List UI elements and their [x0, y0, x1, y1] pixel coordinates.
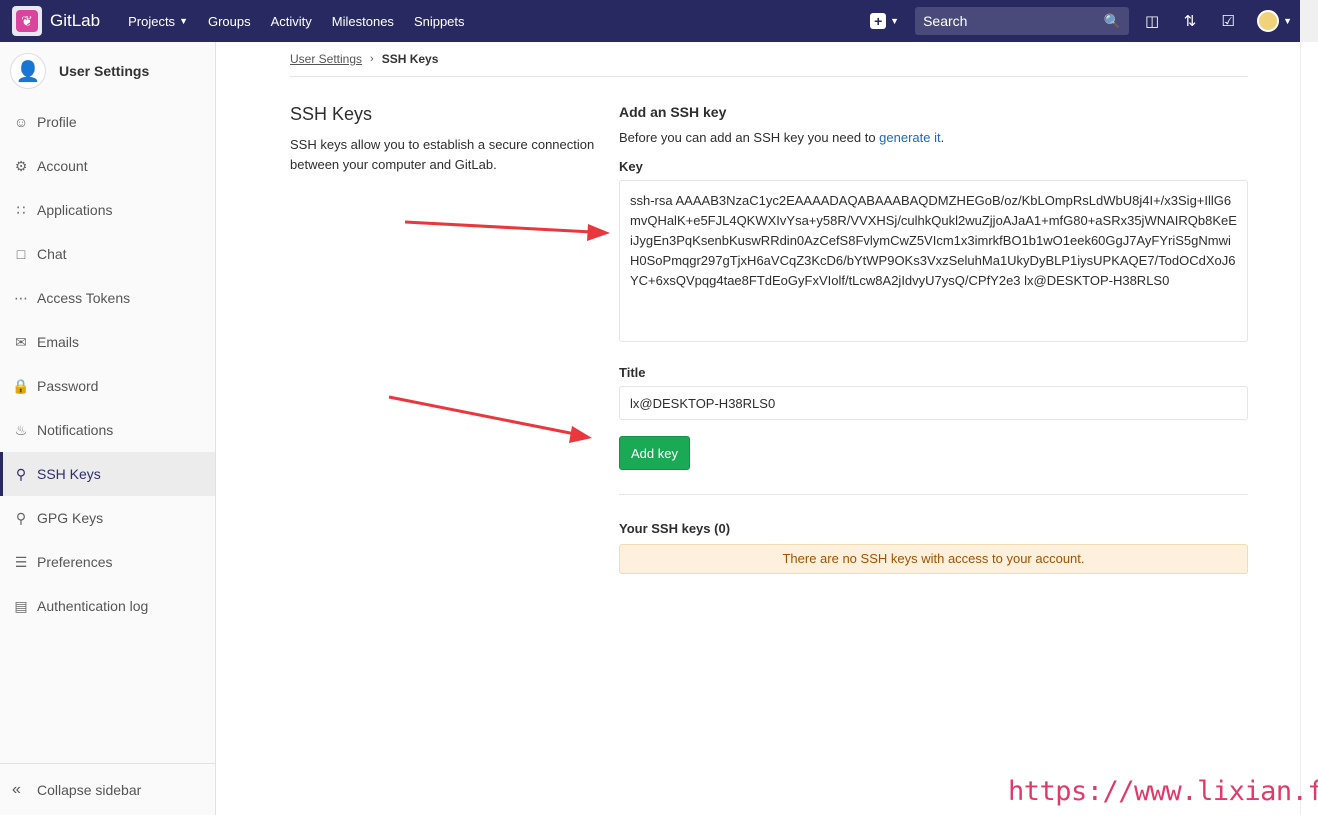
sidebar-item-profile[interactable]: ☺ Profile	[0, 100, 215, 144]
watermark-url: https://www.lixian.fun	[1008, 776, 1318, 807]
nav-projects[interactable]: Projects ▼	[128, 14, 188, 29]
breadcrumb-divider	[290, 76, 1248, 77]
chat-icon: □	[16, 246, 26, 262]
applications-icon: ∷	[16, 201, 26, 218]
double-chevron-left-icon: «	[12, 780, 21, 798]
account-icon: ⚙	[14, 157, 28, 174]
top-navbar: ❦ GitLab Projects ▼ Groups Activity Miles…	[0, 0, 1318, 42]
sidebar-item-preferences[interactable]: ☰ Preferences	[0, 540, 215, 584]
title-input[interactable]	[619, 386, 1248, 420]
sidebar-item-applications[interactable]: ∷ Applications	[0, 188, 215, 232]
breadcrumb-user-settings[interactable]: User Settings	[290, 52, 362, 66]
settings-sidebar: 👤 User Settings ☺ Profile ⚙ Account ∷ Appli…	[0, 42, 216, 815]
plus-icon: +	[870, 13, 887, 29]
nav-milestones[interactable]: Milestones	[332, 14, 394, 29]
search-box: 🔍	[915, 7, 1130, 35]
ssh-key-form: Add an SSH key Before you can add an SSH…	[619, 104, 1248, 574]
logo-icon: ❦	[12, 6, 42, 36]
nav-groups[interactable]: Groups	[208, 14, 251, 29]
breadcrumb: User Settings › SSH Keys	[290, 52, 438, 66]
form-title: Add an SSH key	[619, 104, 727, 120]
form-intro: Before you can add an SSH key you need t…	[619, 130, 945, 145]
empty-keys-notice: There are no SSH keys with access to you…	[619, 544, 1248, 574]
sliders-icon: ☰	[14, 553, 28, 570]
access-tokens-icon: ⋯	[14, 289, 28, 306]
key-label: Key	[619, 159, 643, 174]
todo-check-icon[interactable]: ☑	[1219, 12, 1237, 30]
key-textarea[interactable]: ssh-rsa AAAAB3NzaC1yc2EAAAADAQABAAABAQDM…	[619, 180, 1248, 342]
title-label: Title	[619, 365, 646, 380]
ssh-keys-count-title: Your SSH keys (0)	[619, 521, 731, 536]
info-column: SSH Keys SSH keys allow you to establish…	[290, 104, 600, 175]
nav-activity[interactable]: Activity	[271, 14, 312, 29]
sidebar-item-access-tokens[interactable]: ⋯ Access Tokens	[0, 276, 215, 320]
annotation-arrowhead-key	[587, 224, 610, 241]
sidebar-header: 👤 User Settings	[0, 42, 215, 100]
bell-icon: ♨	[14, 421, 28, 438]
merge-request-icon[interactable]: ⇅	[1181, 12, 1199, 30]
log-icon: ▤	[14, 597, 28, 614]
sidebar-title: User Settings	[59, 63, 150, 79]
chevron-down-icon: ▼	[890, 16, 900, 26]
sidebar-item-authentication-log[interactable]: ▤ Authentication log	[0, 584, 215, 628]
scrollbar-top	[1300, 0, 1318, 42]
annotation-arrow-title	[388, 395, 576, 436]
sidebar-item-ssh-keys[interactable]: ⚲ SSH Keys	[0, 452, 215, 496]
breadcrumb-current: SSH Keys	[381, 52, 439, 66]
collapse-sidebar-button[interactable]: « Collapse sidebar	[0, 763, 215, 815]
user-avatar[interactable]	[1257, 10, 1280, 32]
page-title: SSH Keys	[290, 104, 373, 124]
key-icon: ⚲	[15, 465, 27, 482]
gitlab-logo[interactable]: ❦ GitLab	[12, 6, 128, 36]
sidebar-item-emails[interactable]: ✉ Emails	[0, 320, 215, 364]
sidebar-item-password[interactable]: 🔒 Password	[0, 364, 215, 408]
emails-icon: ✉	[15, 333, 27, 350]
chevron-right-icon: ›	[370, 53, 374, 65]
lock-icon: 🔒	[12, 377, 30, 394]
add-key-button[interactable]: Add key	[619, 436, 690, 470]
page-description: SSH keys allow you to establish a secure…	[290, 137, 595, 172]
annotation-arrow-key	[404, 220, 593, 234]
search-icon: 🔍	[1103, 12, 1122, 29]
brand-name: GitLab	[50, 11, 101, 30]
user-icon: 👤	[10, 53, 46, 89]
sidebar-item-chat[interactable]: □ Chat	[0, 232, 215, 276]
new-dropdown-button[interactable]: + ▼	[870, 13, 899, 29]
nav-snippets[interactable]: Snippets	[414, 14, 465, 29]
page-scrollbar[interactable]	[1300, 42, 1318, 815]
key-icon: ⚲	[15, 509, 27, 526]
search-input[interactable]	[923, 13, 1094, 29]
chevron-down-icon[interactable]: ▼	[1283, 16, 1292, 26]
chevron-down-icon: ▼	[179, 16, 188, 26]
sidebar-toggle-icon[interactable]: ◫	[1143, 12, 1161, 30]
sidebar-item-gpg-keys[interactable]: ⚲ GPG Keys	[0, 496, 215, 540]
section-divider	[619, 494, 1248, 495]
annotation-arrowhead-title	[569, 426, 592, 443]
generate-it-link[interactable]: generate it	[879, 130, 940, 145]
sidebar-item-notifications[interactable]: ♨ Notifications	[0, 408, 215, 452]
sidebar-item-account[interactable]: ⚙ Account	[0, 144, 215, 188]
profile-icon: ☺	[13, 114, 29, 130]
